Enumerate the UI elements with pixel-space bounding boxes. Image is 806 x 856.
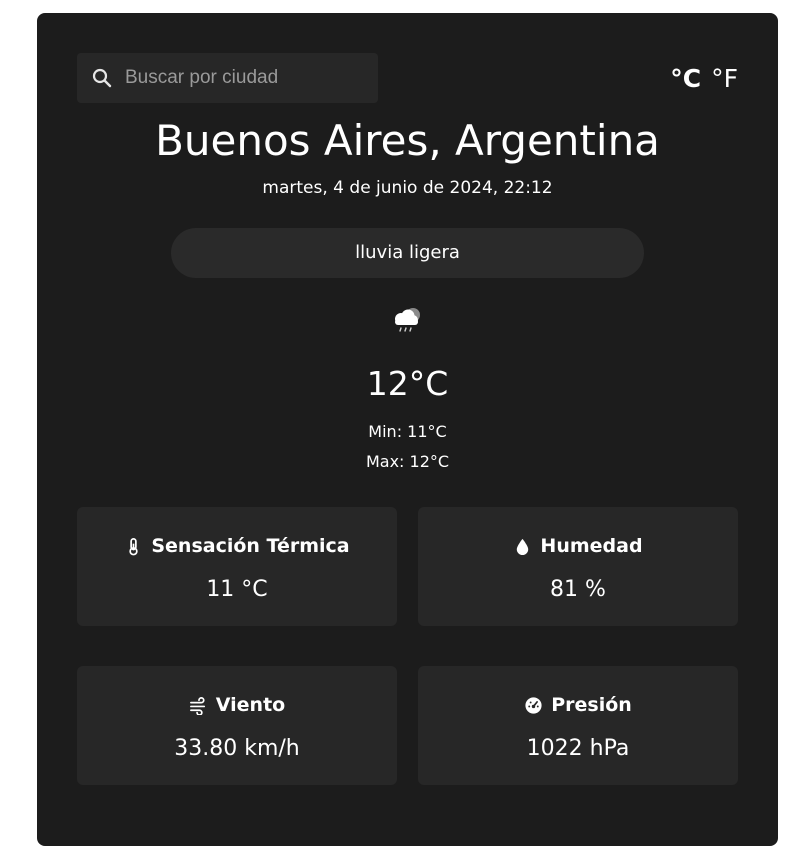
- search-input[interactable]: [125, 53, 370, 103]
- humidity-value: 81 %: [550, 577, 606, 602]
- droplet-icon: [517, 538, 529, 555]
- humidity-tile: Humedad 81 %: [418, 507, 738, 626]
- weather-description: lluvia ligera: [171, 228, 644, 278]
- current-temperature: 12°C: [366, 364, 449, 403]
- max-temperature: Max: 12°C: [365, 452, 450, 471]
- feels-like-tile: Sensación Térmica 11 °C: [77, 507, 397, 626]
- pressure-value: 1022 hPa: [526, 736, 630, 761]
- wind-tile: Viento 33.80 km/h: [77, 666, 397, 785]
- search-box: [77, 53, 378, 103]
- weather-card: °C °F Buenos Aires, Argentina martes, 4 …: [37, 13, 778, 846]
- date-time: martes, 4 de junio de 2024, 22:12: [262, 178, 553, 198]
- search-icon[interactable]: [92, 68, 112, 88]
- gauge-icon: [525, 696, 542, 714]
- thermometer-icon: [129, 537, 139, 555]
- feels-like-label: Sensación Térmica: [151, 535, 350, 557]
- unit-toggle: °C °F: [670, 63, 738, 95]
- pressure-label: Presión: [551, 694, 632, 716]
- humidity-label: Humedad: [540, 535, 643, 557]
- fahrenheit-button[interactable]: °F: [711, 63, 738, 95]
- wind-label: Viento: [215, 694, 286, 716]
- wind-icon: [189, 696, 205, 715]
- wind-value: 33.80 km/h: [174, 736, 300, 761]
- min-temperature: Min: 11°C: [368, 422, 447, 441]
- cloud-rain-icon: [395, 308, 420, 332]
- city-name: Buenos Aires, Argentina: [155, 116, 660, 165]
- feels-like-value: 11 °C: [206, 577, 268, 602]
- pressure-tile: Presión 1022 hPa: [418, 666, 738, 785]
- celsius-button[interactable]: °C: [670, 63, 701, 95]
